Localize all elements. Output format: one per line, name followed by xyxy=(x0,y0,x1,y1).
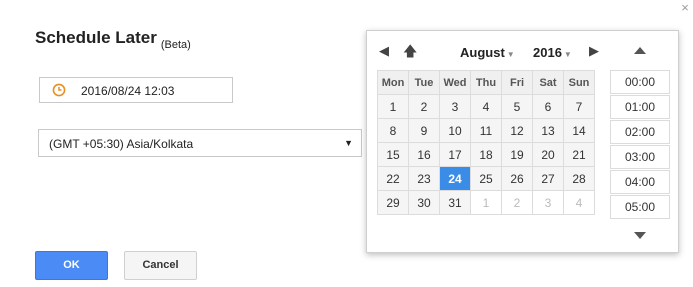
triangle-up-icon[interactable] xyxy=(633,45,647,55)
time-list: 00:00 01:00 02:00 03:00 04:00 05:00 xyxy=(610,70,670,220)
day-cell[interactable]: 20 xyxy=(532,142,564,167)
calendar-week-row: 8 9 10 11 12 13 14 xyxy=(377,118,595,143)
triangle-down-icon[interactable] xyxy=(633,231,647,241)
year-dropdown-icon: ▼ xyxy=(563,50,572,59)
day-cell[interactable]: 3 xyxy=(439,94,471,119)
next-month-day-cell[interactable]: 1 xyxy=(470,190,502,215)
cancel-button[interactable]: Cancel xyxy=(124,251,197,280)
day-cell[interactable]: 5 xyxy=(501,94,533,119)
day-cell[interactable]: 28 xyxy=(563,166,595,191)
next-month-day-cell[interactable]: 3 xyxy=(532,190,564,215)
clock-icon xyxy=(52,83,66,97)
day-cell[interactable]: 17 xyxy=(439,142,471,167)
calendar-week-row: 1 2 3 4 5 6 7 xyxy=(377,94,595,119)
weekday-thu: Thu xyxy=(470,70,502,95)
month-select[interactable]: August ▼ xyxy=(460,45,515,60)
day-cell[interactable]: 8 xyxy=(377,118,409,143)
day-cell[interactable]: 10 xyxy=(439,118,471,143)
day-cell[interactable]: 6 xyxy=(532,94,564,119)
day-cell[interactable]: 13 xyxy=(532,118,564,143)
datetime-value: 2016/08/24 12:03 xyxy=(81,84,175,98)
day-cell[interactable]: 22 xyxy=(377,166,409,191)
year-select[interactable]: 2016 ▼ xyxy=(533,45,572,60)
arrow-up-icon[interactable]: 🡅 xyxy=(403,41,417,65)
day-cell[interactable]: 16 xyxy=(408,142,440,167)
ok-button[interactable]: OK xyxy=(35,251,108,280)
day-cell[interactable]: 23 xyxy=(408,166,440,191)
next-month-day-cell[interactable]: 4 xyxy=(563,190,595,215)
weekday-wed: Wed xyxy=(439,70,471,95)
weekday-mon: Mon xyxy=(377,70,409,95)
day-cell[interactable]: 11 xyxy=(470,118,502,143)
chevron-down-icon: ▼ xyxy=(344,138,353,148)
title-text: Schedule Later xyxy=(35,28,157,47)
weekday-header-row: Mon Tue Wed Thu Fri Sat Sun xyxy=(377,70,595,95)
time-option[interactable]: 01:00 xyxy=(610,95,670,119)
dialog-title: Schedule Later (Beta) xyxy=(35,28,191,51)
timezone-value: (GMT +05:30) Asia/Kolkata xyxy=(49,137,194,151)
time-option[interactable]: 00:00 xyxy=(610,70,670,94)
datetime-picker: ◀ 🡅 August ▼ 2016 ▼ ▶ Mon Tue Wed Thu Fri … xyxy=(366,30,679,253)
day-cell[interactable]: 4 xyxy=(470,94,502,119)
day-cell[interactable]: 12 xyxy=(501,118,533,143)
time-option[interactable]: 04:00 xyxy=(610,170,670,194)
day-cell[interactable]: 2 xyxy=(408,94,440,119)
weekday-sat: Sat xyxy=(532,70,564,95)
time-option[interactable]: 05:00 xyxy=(610,195,670,219)
time-option[interactable]: 02:00 xyxy=(610,120,670,144)
weekday-sun: Sun xyxy=(563,70,595,95)
day-cell[interactable]: 25 xyxy=(470,166,502,191)
day-cell[interactable]: 9 xyxy=(408,118,440,143)
weekday-tue: Tue xyxy=(408,70,440,95)
day-cell[interactable]: 18 xyxy=(470,142,502,167)
weekday-fri: Fri xyxy=(501,70,533,95)
calendar-week-row: 22 23 24 25 26 27 28 xyxy=(377,166,595,191)
arrow-left-icon[interactable]: ◀ xyxy=(379,43,389,59)
day-cell[interactable]: 29 xyxy=(377,190,409,215)
selected-day-cell[interactable]: 24 xyxy=(439,166,471,191)
timezone-select[interactable]: (GMT +05:30) Asia/Kolkata ▼ xyxy=(38,129,362,157)
day-cell[interactable]: 30 xyxy=(408,190,440,215)
day-cell[interactable]: 26 xyxy=(501,166,533,191)
time-option[interactable]: 03:00 xyxy=(610,145,670,169)
month-value: August xyxy=(460,45,505,60)
month-dropdown-icon: ▼ xyxy=(506,50,515,59)
day-cell[interactable]: 7 xyxy=(563,94,595,119)
year-value: 2016 xyxy=(533,45,562,60)
close-icon[interactable]: × xyxy=(679,1,691,14)
calendar-week-row: 15 16 17 18 19 20 21 xyxy=(377,142,595,167)
calendar-week-row: 29 30 31 1 2 3 4 xyxy=(377,190,595,215)
day-cell[interactable]: 15 xyxy=(377,142,409,167)
beta-label: (Beta) xyxy=(160,39,191,51)
day-cell[interactable]: 19 xyxy=(501,142,533,167)
arrow-right-icon[interactable]: ▶ xyxy=(589,43,599,59)
calendar-grid: Mon Tue Wed Thu Fri Sat Sun 1 2 3 4 5 6 … xyxy=(377,70,595,215)
day-cell[interactable]: 1 xyxy=(377,94,409,119)
day-cell[interactable]: 31 xyxy=(439,190,471,215)
day-cell[interactable]: 27 xyxy=(532,166,564,191)
next-month-day-cell[interactable]: 2 xyxy=(501,190,533,215)
datetime-input[interactable]: 2016/08/24 12:03 xyxy=(39,77,233,103)
day-cell[interactable]: 14 xyxy=(563,118,595,143)
day-cell[interactable]: 21 xyxy=(563,142,595,167)
